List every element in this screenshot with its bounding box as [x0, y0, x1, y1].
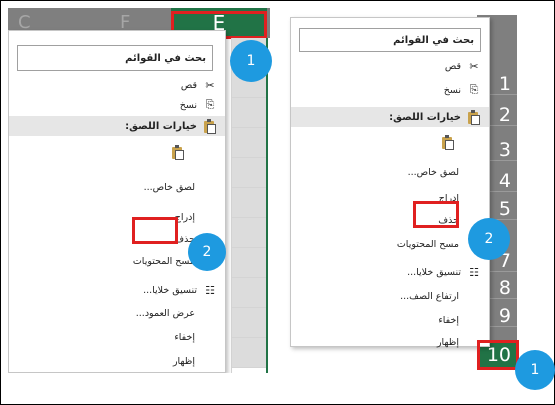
menu-item-column-width[interactable]: عرض العمود... [9, 303, 225, 323]
menu-item-label: نسخ [179, 99, 197, 111]
grid-cell[interactable] [232, 278, 267, 308]
menu-search-box[interactable]: بحث في القوائم [17, 45, 213, 71]
menu-item-label: إظهار [172, 355, 195, 367]
menu-item-format-cells[interactable]: ☷ تنسيق خلايا... [9, 280, 225, 300]
column-context-menu: بحث في القوائم ✂ قص ⎘ نسخ خيارات اللصق: … [8, 30, 226, 373]
clipboard-icon [203, 119, 217, 134]
menu-item-clear-contents[interactable]: مسح المحتويات [291, 234, 489, 254]
grid-cell[interactable] [232, 188, 267, 218]
menu-item-label: تنسيق خلايا... [407, 266, 461, 278]
menu-item-hide[interactable]: إخفاء [291, 310, 489, 330]
format-cells-icon: ☷ [469, 265, 479, 279]
menu-item-cut[interactable]: ✂ قص [291, 56, 489, 76]
menu-item-copy[interactable]: ⎘ نسخ [9, 95, 225, 115]
menu-search-box[interactable]: بحث في القوائم [299, 28, 481, 52]
row-context-menu: بحث في القوائم ✂ قص ⎘ نسخ خيارات اللصق: … [290, 17, 490, 348]
menu-search-label: بحث في القوائم [125, 52, 206, 64]
menu-item-label: تنسيق خلايا... [143, 284, 197, 296]
menu-item-label: لصق خاص... [407, 166, 459, 178]
menu-item-insert[interactable]: إدراج [9, 207, 225, 227]
menu-item-hide[interactable]: إخفاء [9, 327, 225, 347]
clipboard-icon [467, 110, 481, 125]
highlight-row-10 [477, 340, 519, 370]
menu-item-label: خيارات اللصق: [125, 120, 197, 132]
clipboard-icon [171, 145, 185, 160]
menu-search-label: بحث في القوائم [393, 34, 474, 46]
grid-cell[interactable] [232, 128, 267, 158]
menu-item-paste-options: خيارات اللصق: [291, 107, 489, 127]
menu-item-label: خيارات اللصق: [389, 111, 461, 123]
selection-border [266, 38, 268, 373]
format-cells-icon: ☷ [205, 283, 215, 297]
grid-cell[interactable] [232, 308, 267, 338]
grid-cell[interactable] [232, 218, 267, 248]
row-context-panel: 1 2 3 4 5 7 8 9 10 بحث في القوائم ✂ قص ⎘… [282, 15, 522, 375]
paste-button[interactable] [9, 139, 225, 165]
menu-item-label: قص [180, 79, 197, 91]
menu-item-label: إخفاء [438, 314, 459, 326]
grid-cell[interactable] [232, 248, 267, 278]
menu-item-label: عرض العمود... [135, 307, 195, 319]
menu-item-label: إخفاء [174, 331, 195, 343]
menu-item-label: مسح المحتويات [132, 255, 195, 267]
clipboard-icon [441, 135, 455, 150]
copy-icon: ⎘ [205, 98, 215, 111]
step-badge-1-left: 1 [230, 40, 272, 82]
menu-item-label: نسخ [443, 84, 461, 96]
menu-item-label: قص [444, 60, 461, 72]
grid-column [231, 38, 267, 373]
menu-item-format-cells[interactable]: ☷ تنسيق خلايا... [291, 262, 489, 282]
grid-cell[interactable] [232, 338, 267, 368]
grid-cell[interactable] [232, 98, 267, 128]
scissors-icon: ✂ [205, 78, 215, 92]
menu-item-paste-special[interactable]: لصق خاص... [9, 177, 225, 197]
menu-item-paste-special[interactable]: لصق خاص... [291, 162, 489, 182]
menu-item-paste-options: خيارات اللصق: [9, 116, 225, 136]
menu-item-label: ارتفاع الصف... [400, 290, 459, 302]
menu-item-label: مسح المحتويات [396, 238, 459, 250]
menu-item-insert[interactable]: إدراج [291, 188, 489, 208]
highlight-delete-right [413, 201, 459, 228]
menu-item-unhide[interactable]: إظهار [291, 332, 489, 352]
menu-item-row-height[interactable]: ارتفاع الصف... [291, 286, 489, 306]
menu-item-unhide[interactable]: إظهار [9, 351, 225, 371]
menu-item-delete[interactable]: حذف [291, 210, 489, 230]
step-badge-1-right: 1 [515, 350, 555, 390]
menu-item-label: إظهار [436, 336, 459, 348]
menu-item-copy[interactable]: ⎘ نسخ [291, 80, 489, 100]
copy-icon: ⎘ [469, 83, 479, 96]
grid-cell[interactable] [232, 158, 267, 188]
step-badge-2-right: 2 [468, 218, 510, 260]
scissors-icon: ✂ [469, 59, 479, 73]
step-badge-2-left: 2 [188, 233, 226, 271]
highlight-delete-left [132, 217, 178, 244]
paste-button[interactable] [291, 130, 489, 154]
menu-item-cut[interactable]: ✂ قص [9, 75, 225, 95]
menu-item-label: لصق خاص... [143, 181, 195, 193]
